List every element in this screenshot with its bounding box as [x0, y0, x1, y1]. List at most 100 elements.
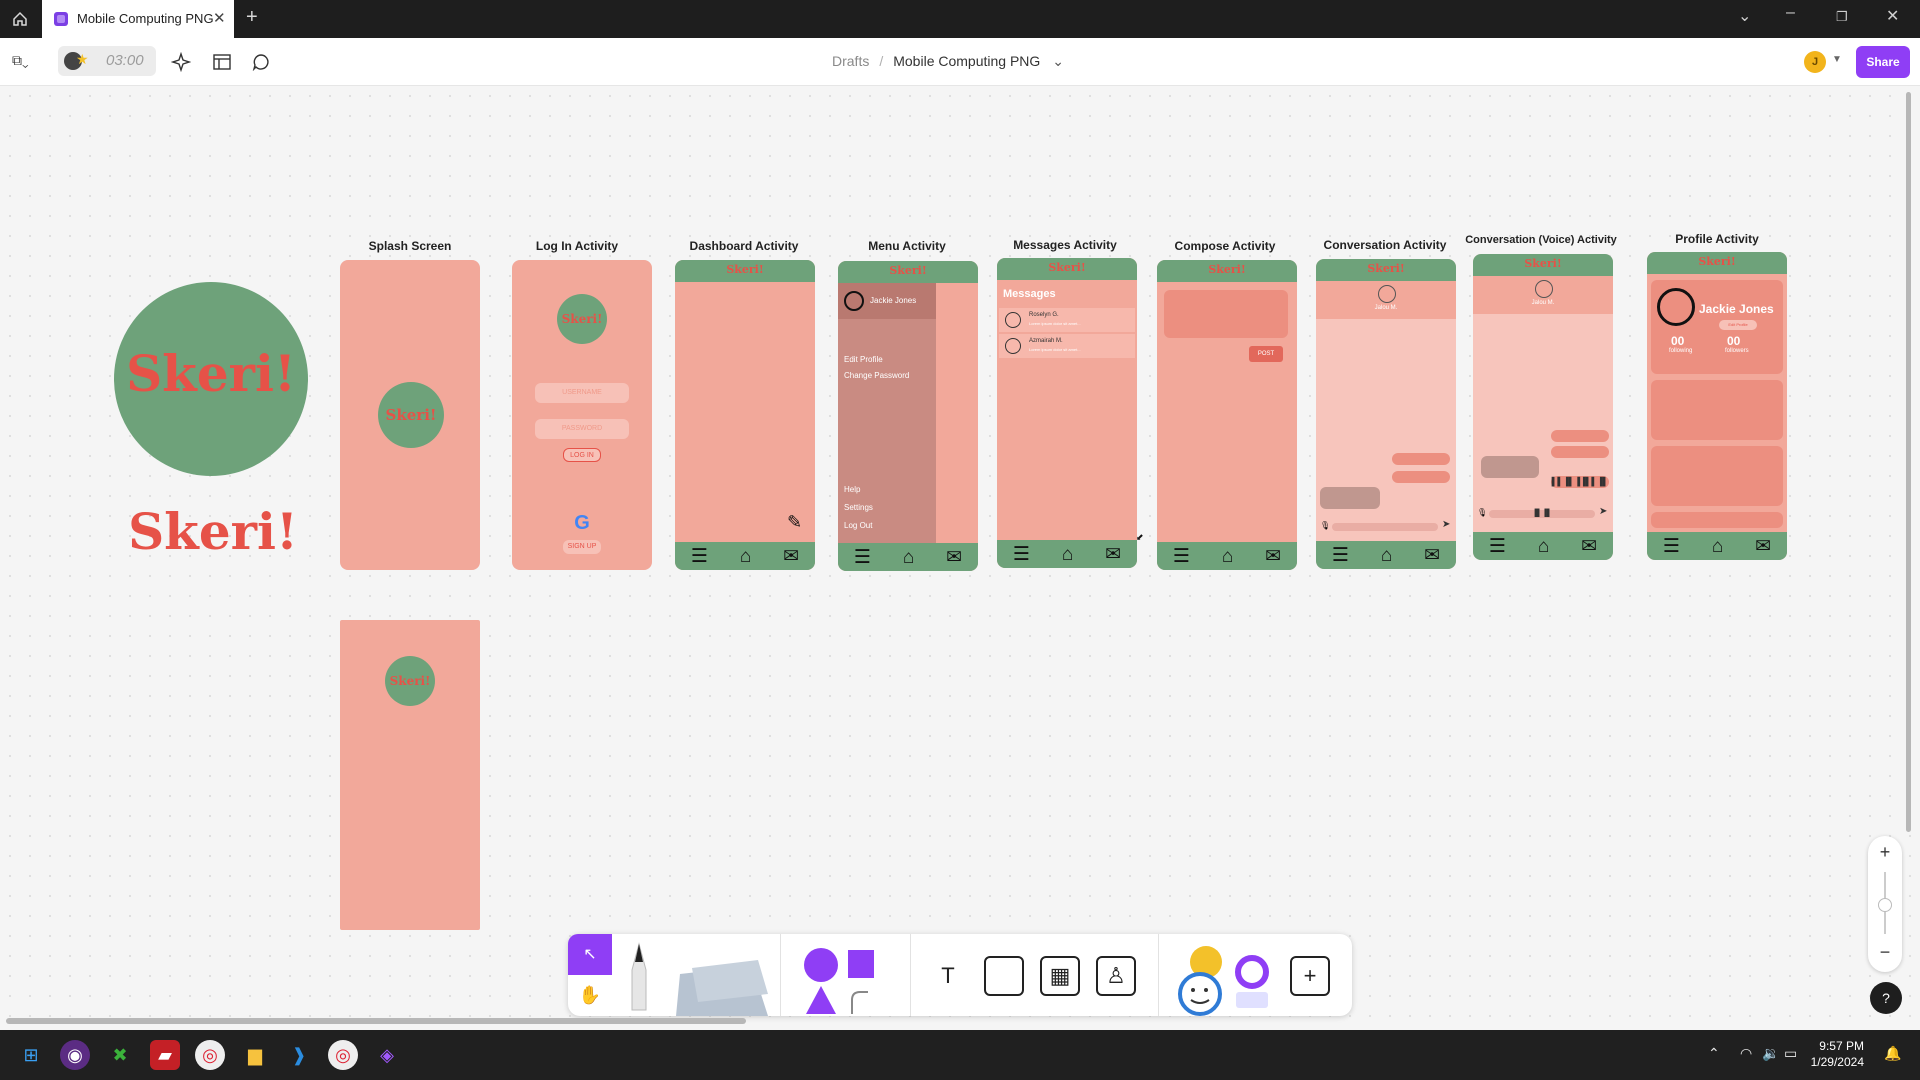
browser-tab[interactable]: Mobile Computing PNG ✕ — [42, 0, 234, 38]
frame-messages[interactable]: Skeri! Messages Roselyn G. Lorem ipsum d… — [997, 258, 1137, 568]
avatar-chevron-icon[interactable]: ▼ — [1832, 54, 1842, 65]
menu-icon[interactable]: ☰ — [1332, 546, 1349, 565]
mail-icon[interactable]: ✉ — [1105, 545, 1121, 564]
edit-profile-button[interactable]: Edit Profile — [1719, 320, 1757, 330]
post-button[interactable]: POST — [1249, 346, 1283, 362]
share-button[interactable]: Share — [1856, 46, 1910, 78]
frame-label-splash[interactable]: Splash Screen — [330, 239, 490, 253]
menu-settings[interactable]: Settings — [844, 503, 873, 512]
shapes-tool[interactable] — [804, 948, 878, 1014]
zoom-slider-handle[interactable] — [1878, 898, 1892, 912]
frame-compose[interactable]: Skeri! POST ☰ ⌂ ✉ — [1157, 260, 1297, 570]
home-icon[interactable]: ⌂ — [903, 548, 914, 567]
frame-dashboard[interactable]: Skeri! ✎ ☰ ⌂ ✉ — [675, 260, 815, 570]
message-input[interactable] — [1332, 523, 1438, 531]
frame-label-dashboard[interactable]: Dashboard Activity — [664, 239, 824, 253]
file-explorer-icon[interactable]: ▆ — [240, 1040, 270, 1070]
menu-icon[interactable]: ☰ — [1173, 547, 1190, 566]
drawer-user-row[interactable]: Jackie Jones — [838, 283, 936, 319]
voice-note-bubble[interactable]: ▌▌▐▌▐▐▌▌▐▌ — [1551, 476, 1609, 488]
taskbar-clock[interactable]: 9:57 PM 1/29/2024 — [1788, 1038, 1864, 1070]
figma-icon[interactable]: ◈ — [372, 1040, 402, 1070]
profile-post-card[interactable] — [1651, 380, 1783, 440]
send-icon[interactable]: ➤ — [1442, 519, 1450, 530]
file-name[interactable]: Mobile Computing PNG — [893, 53, 1040, 69]
text-tool-icon[interactable]: T — [928, 956, 968, 996]
windows-start-icon[interactable]: ⊞ — [16, 1040, 46, 1070]
zoom-out-icon[interactable]: − — [1868, 942, 1902, 963]
username-field[interactable]: USERNAME — [535, 383, 629, 403]
breadcrumb-drafts[interactable]: Drafts — [832, 53, 869, 69]
home-icon[interactable]: ⌂ — [1538, 537, 1549, 556]
mic-icon[interactable]: 🎙 — [1477, 508, 1487, 517]
frame-conversation[interactable]: Skeri! Jalou M. 🎙 ➤ ☰ ⌂ ✉ — [1316, 259, 1456, 569]
tray-chevron-icon[interactable]: ⌃ — [1708, 1045, 1720, 1062]
home-icon[interactable] — [8, 7, 32, 31]
window-close-icon[interactable]: ✕ — [1886, 6, 1899, 26]
chrome-profile-icon[interactable]: ◎ — [328, 1040, 358, 1070]
wifi-icon[interactable]: ◠ — [1740, 1045, 1752, 1062]
compose-icon[interactable]: ✎ — [787, 512, 802, 533]
layout-icon[interactable] — [211, 51, 233, 73]
chrome-icon[interactable]: ◎ — [195, 1040, 225, 1070]
widgets-tool[interactable] — [1174, 940, 1228, 1016]
logo-wordmark[interactable]: Skeri! — [118, 502, 308, 561]
login-button[interactable]: LOG IN — [563, 448, 601, 462]
game-app-icon[interactable]: ▰ — [150, 1040, 180, 1070]
hand-tool-icon[interactable]: ✋ — [568, 975, 612, 1016]
mic-icon[interactable]: 🎙 — [1320, 521, 1330, 530]
main-menu-icon[interactable]: ⧉⌄ — [12, 52, 29, 69]
horizontal-scrollbar[interactable] — [6, 1018, 746, 1024]
menu-icon[interactable]: ☰ — [1013, 545, 1030, 564]
frame-label-conversation-voice[interactable]: Conversation (Voice) Activity — [1460, 234, 1622, 246]
frame-splash-copy[interactable]: Skeri! — [340, 620, 480, 930]
menu-log-out[interactable]: Log Out — [844, 521, 872, 530]
timer-widget[interactable]: ★ 03:00 — [58, 46, 156, 76]
notification-bell-icon[interactable]: 🔔 — [1884, 1045, 1901, 1062]
table-tool-icon[interactable]: ▦ — [1040, 956, 1080, 996]
ai-sparkle-icon[interactable] — [170, 51, 192, 73]
menu-icon[interactable]: ☰ — [1663, 537, 1680, 556]
zoom-in-icon[interactable]: + — [1868, 842, 1902, 863]
mail-icon[interactable]: ✉ — [1265, 547, 1281, 566]
frame-label-menu[interactable]: Menu Activity — [827, 239, 987, 253]
frame-splash[interactable]: Skeri! — [340, 260, 480, 570]
send-icon[interactable]: ➤ — [1599, 506, 1607, 517]
comment-icon[interactable] — [250, 51, 272, 73]
section-tool-icon[interactable] — [984, 956, 1024, 996]
frame-conversation-voice[interactable]: Skeri! Jalou M. ▌▌▐▌▐▐▌▌▐▌ 🎙 ▐▌▐▌ ➤ ☰ ⌂ ✉ — [1473, 254, 1613, 560]
frame-label-profile[interactable]: Profile Activity — [1637, 232, 1797, 246]
github-icon[interactable]: ◉ — [60, 1040, 90, 1070]
home-icon[interactable]: ⌂ — [1062, 545, 1073, 564]
volume-icon[interactable]: 🔉 — [1762, 1045, 1779, 1062]
avatar[interactable]: J — [1804, 51, 1826, 73]
frame-label-compose[interactable]: Compose Activity — [1145, 239, 1305, 253]
new-tab-button[interactable]: + — [246, 6, 258, 29]
restore-icon[interactable]: ❐ — [1836, 9, 1848, 25]
voice-recording-input[interactable]: ▐▌▐▌ — [1489, 510, 1595, 518]
frame-profile[interactable]: Skeri! Jackie Jones Edit Profile 00 foll… — [1647, 252, 1787, 560]
pen-tool[interactable] — [624, 940, 654, 1012]
resize-handle-icon[interactable]: ⬋ — [1136, 532, 1144, 543]
mail-icon[interactable]: ✉ — [783, 547, 799, 566]
vertical-scrollbar[interactable] — [1906, 92, 1911, 832]
tab-close-icon[interactable]: ✕ — [213, 9, 226, 27]
file-chevron-icon[interactable]: ⌄ — [1052, 53, 1064, 69]
mail-icon[interactable]: ✉ — [1424, 546, 1440, 565]
menu-change-password[interactable]: Change Password — [844, 371, 909, 380]
mail-icon[interactable]: ✉ — [1755, 537, 1771, 556]
logo-circle[interactable]: Skeri! — [114, 282, 308, 476]
sticky-notes-tool[interactable] — [672, 954, 772, 1016]
menu-icon[interactable]: ☰ — [691, 547, 708, 566]
signup-button[interactable]: SIGN UP — [563, 540, 601, 554]
frame-label-login[interactable]: Log In Activity — [497, 239, 657, 253]
home-icon[interactable]: ⌂ — [1222, 547, 1233, 566]
home-icon[interactable]: ⌂ — [1381, 546, 1392, 565]
menu-icon[interactable]: ☰ — [1489, 537, 1506, 556]
design-canvas[interactable]: Skeri! Skeri! Splash Screen Skeri! Skeri… — [0, 86, 1920, 1030]
vscode-icon[interactable]: ❱ — [284, 1040, 314, 1070]
plugins-tool[interactable] — [1230, 952, 1274, 1012]
tab-list-chevron-icon[interactable]: ⌄ — [1738, 6, 1751, 26]
home-icon[interactable]: ⌂ — [740, 547, 751, 566]
menu-help[interactable]: Help — [844, 485, 860, 494]
